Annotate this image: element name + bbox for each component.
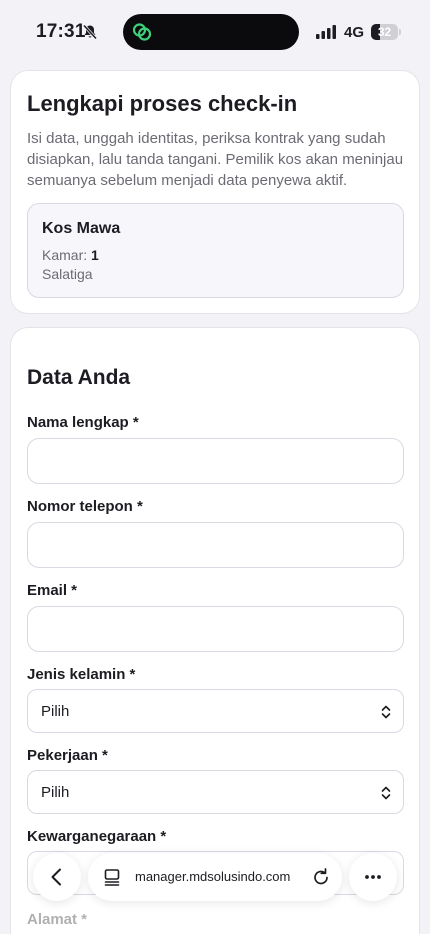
kos-room: Kamar: 1	[42, 247, 99, 263]
more-options-button[interactable]	[349, 853, 397, 901]
tenant-form-card: Data Anda Nama lengkap * Nomor telepon *…	[10, 327, 420, 934]
kos-room-label: Kamar:	[42, 247, 88, 263]
email-label: Email *	[27, 582, 78, 599]
checkin-card: Lengkapi proses check-in Isi data, ungga…	[10, 70, 420, 314]
reload-icon[interactable]	[311, 867, 331, 887]
phone-label: Nomor telepon *	[27, 498, 143, 515]
citizenship-label: Kewarganegaraan *	[27, 828, 167, 845]
gender-select[interactable]: Pilih	[27, 689, 404, 733]
page-menu-icon	[104, 869, 120, 886]
full-name-label: Nama lengkap *	[27, 414, 139, 431]
ellipsis-icon	[365, 875, 381, 879]
address-label: Alamat *	[27, 911, 88, 928]
url-text: manager.mdsolusindo.com	[135, 869, 291, 884]
kos-city: Salatiga	[42, 266, 93, 282]
chevron-up-down-icon	[381, 786, 391, 800]
checkin-description: Isi data, unggah identitas, periksa kont…	[27, 130, 404, 189]
kos-info-box: Kos Mawa Kamar: 1 Salatiga	[27, 203, 404, 298]
phone-input[interactable]	[27, 522, 404, 568]
kos-room-number: 1	[91, 247, 99, 263]
section-title: Data Anda	[27, 366, 131, 389]
job-label: Pekerjaan *	[27, 747, 108, 764]
battery-icon: 32	[371, 24, 401, 40]
gender-label: Jenis kelamin *	[27, 666, 136, 683]
kos-name: Kos Mawa	[42, 220, 121, 237]
network-type: 4G	[344, 24, 365, 41]
back-button[interactable]	[33, 853, 81, 901]
chevron-up-down-icon	[381, 705, 391, 719]
page-title: Lengkapi proses check-in	[27, 91, 298, 116]
app-link-icon	[132, 23, 152, 41]
job-selected: Pilih	[41, 784, 70, 801]
status-time: 17:31	[36, 21, 86, 42]
status-bar: 17:31 4G 32	[0, 0, 430, 64]
battery-percent: 32	[377, 25, 392, 39]
address-bar[interactable]: manager.mdsolusindo.com	[88, 853, 342, 901]
gender-selected: Pilih	[41, 703, 70, 720]
chevron-left-icon	[51, 868, 61, 886]
signal-icon	[316, 25, 336, 39]
dynamic-island	[123, 14, 299, 50]
bell-muted-icon	[82, 24, 98, 40]
full-name-input[interactable]	[27, 438, 404, 484]
job-select[interactable]: Pilih	[27, 770, 404, 814]
email-input[interactable]	[27, 606, 404, 652]
